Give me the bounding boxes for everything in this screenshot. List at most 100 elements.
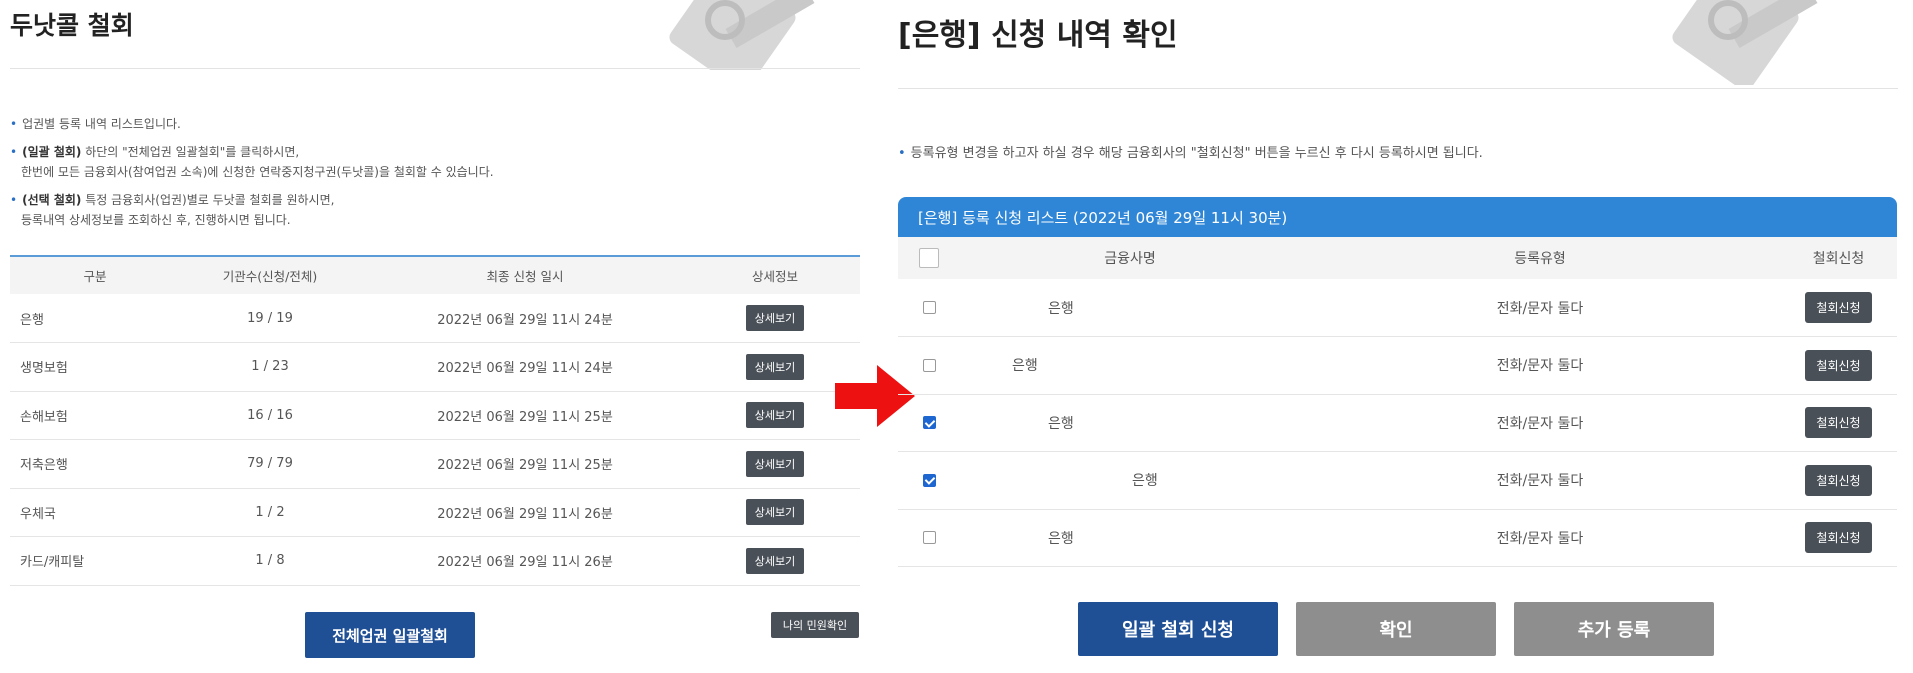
table-row: 은행 전화/문자 둘다 철회신청 (898, 509, 1897, 567)
decorative-illustration (665, 0, 815, 70)
note-item: • (선택 철회) 특정 금융회사(업권)별로 두낫콜 철회를 원하시면, 등록내역… (10, 193, 335, 227)
table-row: 은행 전화/문자 둘다 철회신청 (898, 394, 1897, 452)
action-buttons: 일괄 철회 신청 확인 추가 등록 (1078, 602, 1714, 656)
divider (898, 88, 1898, 89)
cell-category: 카드/캐피탈 (10, 536, 180, 586)
cell-type: 전화/문자 둘다 (1300, 509, 1780, 567)
table-row: 은행 전화/문자 둘다 철회신청 (898, 279, 1897, 337)
cell-bank-name: 은행 (960, 394, 1300, 452)
note-text: 등록내역 상세정보를 조회하신 후, 진행하시면 됩니다. (21, 213, 291, 227)
bank-name: 은행 (1048, 530, 1074, 547)
cell-bank-name: 은행 (960, 451, 1300, 510)
col-header-name: 금융사명 (1104, 251, 1156, 267)
cell-withdraw: 철회신청 (1780, 336, 1897, 395)
cell-category: 우체국 (10, 488, 180, 537)
note-text: 특정 금융회사(업권)별로 두낫콜 철회를 원하시면, (81, 193, 335, 207)
col-header-type: 등록유형 (1514, 251, 1566, 267)
page-title: 두낫콜 철회 (10, 11, 134, 40)
cell-detail: 상세보기 (690, 488, 860, 537)
add-registration-button[interactable]: 추가 등록 (1514, 602, 1714, 656)
table-header-row: 금융사명 등록유형 철회신청 (898, 237, 1897, 279)
col-header-date: 최종 신청 일시 (486, 269, 564, 284)
table-row: 은행 전화/문자 둘다 철회신청 (898, 336, 1897, 395)
bank-name: 은행 (1012, 358, 1038, 375)
cell-category: 저축은행 (10, 439, 180, 489)
note-text: 한번에 모든 금융회사(참여업권 소속)에 신청한 연락중지청구권(두낫콜)을 … (21, 165, 494, 179)
bank-name: 은행 (1048, 415, 1074, 432)
cell-bank-name: 은행 (960, 336, 1300, 395)
withdraw-button[interactable]: 철회신청 (1805, 407, 1872, 439)
detail-button[interactable]: 상세보기 (745, 499, 805, 526)
cell-count: 79 / 79 (180, 439, 360, 489)
bulk-withdraw-all-button[interactable]: 전체업권 일괄철회 (305, 612, 475, 658)
cell-date: 2022년 06월 29일 11시 25분 (360, 439, 690, 489)
cell-count: 16 / 16 (180, 391, 360, 440)
list-header: [은행] 등록 신청 리스트 (2022년 06월 29일 11시 30분) (898, 197, 1897, 237)
cell-select (898, 509, 960, 567)
info-notes: • 업권별 등록 내역 리스트입니다. • (일괄 철회) 하단의 "전체업권 일괄… (10, 114, 850, 238)
row-checkbox[interactable] (922, 416, 936, 430)
withdraw-button[interactable]: 철회신청 (1805, 292, 1872, 323)
decorative-illustration (1668, 0, 1828, 85)
cell-category: 손해보험 (10, 391, 180, 440)
note-item: • (일괄 철회) 하단의 "전체업권 일괄철회"를 클릭하시면, 한번에 모든 금… (10, 145, 494, 179)
detail-button[interactable]: 상세보기 (745, 547, 805, 574)
cell-select (898, 336, 960, 395)
row-checkbox[interactable] (922, 358, 936, 372)
cell-detail: 상세보기 (690, 439, 860, 489)
col-header-detail: 상세정보 (751, 269, 798, 284)
note-text: 하단의 "전체업권 일괄철회"를 클릭하시면, (81, 145, 300, 159)
cell-type: 전화/문자 둘다 (1300, 451, 1780, 510)
withdraw-button[interactable]: 철회신청 (1805, 522, 1872, 554)
cell-bank-name: 은행 (960, 509, 1300, 567)
cell-count: 19 / 19 (180, 294, 360, 343)
table-row: 손해보험 16 / 16 2022년 06월 29일 11시 25분 상세보기 (10, 391, 860, 440)
col-header-select (898, 237, 960, 279)
cell-type: 전화/문자 둘다 (1300, 336, 1780, 395)
note-bold: (일괄 철회) (22, 145, 82, 159)
cell-count: 1 / 2 (180, 488, 360, 537)
table-row: 우체국 1 / 2 2022년 06월 29일 11시 26분 상세보기 (10, 488, 860, 537)
withdraw-button[interactable]: 철회신청 (1805, 464, 1872, 496)
row-checkbox[interactable] (922, 301, 936, 314)
note-bold: (선택 철회) (22, 193, 82, 207)
col-header-withdraw: 철회신청 (1812, 251, 1865, 267)
cell-date: 2022년 06월 29일 11시 26분 (360, 488, 690, 537)
note-text: 등록유형 변경을 하고자 하실 경우 해당 금융회사의 "철회신청" 버튼을 누… (910, 146, 1483, 161)
bank-name: 은행 (1048, 300, 1074, 317)
withdraw-button[interactable]: 철회신청 (1805, 349, 1872, 381)
cell-count: 1 / 8 (180, 536, 360, 586)
table-row: 카드/캐피탈 1 / 8 2022년 06월 29일 11시 26분 상세보기 (10, 536, 860, 586)
bank-list-box: [은행] 등록 신청 리스트 (2022년 06월 29일 11시 30분) 금… (898, 197, 1897, 567)
detail-button[interactable]: 상세보기 (745, 305, 805, 331)
cell-select (898, 394, 960, 452)
detail-button[interactable]: 상세보기 (745, 353, 805, 380)
cell-type: 전화/문자 둘다 (1300, 394, 1780, 452)
cell-type: 전화/문자 둘다 (1300, 279, 1780, 337)
cell-withdraw: 철회신청 (1780, 279, 1897, 337)
page-title: [은행] 신청 내역 확인 (898, 18, 1178, 53)
detail-button[interactable]: 상세보기 (745, 402, 805, 429)
my-complaint-button[interactable]: 나의 민원확인 (771, 612, 859, 638)
cell-select (898, 451, 960, 510)
divider (10, 68, 860, 69)
table-row: 저축은행 79 / 79 2022년 06월 29일 11시 25분 상세보기 (10, 439, 860, 489)
info-note: • 등록유형 변경을 하고자 하실 경우 해당 금융회사의 "철회신청" 버튼을 … (898, 146, 1483, 161)
table-row: 생명보험 1 / 23 2022년 06월 29일 11시 24분 상세보기 (10, 342, 860, 392)
bank-list-table: 금융사명 등록유형 철회신청 은행 전화/문자 둘다 철회신청 은행 전화/문자… (898, 237, 1897, 567)
cell-count: 1 / 23 (180, 342, 360, 392)
select-all-checkbox[interactable] (919, 248, 939, 268)
col-header-category: 구분 (83, 269, 107, 284)
cell-date: 2022년 06월 29일 11시 24분 (360, 342, 690, 392)
cell-date: 2022년 06월 29일 11시 26분 (360, 536, 690, 586)
confirm-button[interactable]: 확인 (1296, 602, 1496, 656)
table-header-row: 구분 기관수(신청/전체) 최종 신청 일시 상세정보 (10, 256, 860, 294)
detail-button[interactable]: 상세보기 (745, 450, 805, 477)
table-row: 은행 19 / 19 2022년 06월 29일 11시 24분 상세보기 (10, 294, 860, 343)
cell-select (898, 279, 960, 337)
row-checkbox[interactable] (922, 473, 936, 487)
bulk-withdraw-request-button[interactable]: 일괄 철회 신청 (1078, 602, 1278, 656)
row-checkbox[interactable] (922, 531, 936, 545)
cell-withdraw: 철회신청 (1780, 394, 1897, 452)
cell-date: 2022년 06월 29일 11시 25분 (360, 391, 690, 440)
